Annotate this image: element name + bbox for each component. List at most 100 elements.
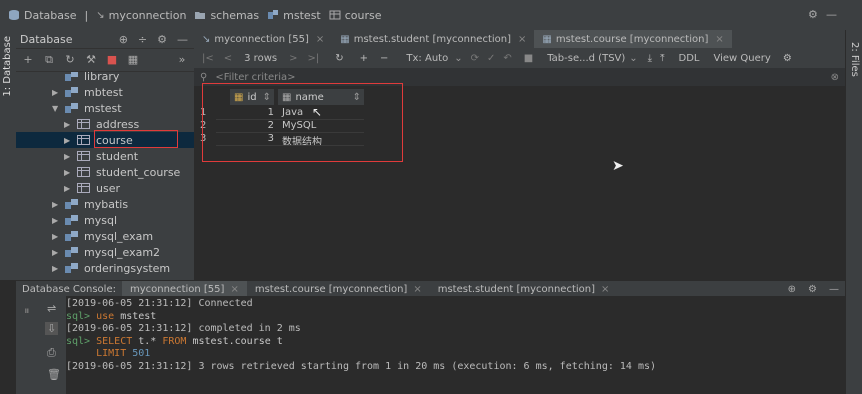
- close-icon[interactable]: ×: [413, 284, 421, 295]
- log-message: [2019-06-05 21:31:12] Connected: [66, 298, 253, 309]
- console-tab[interactable]: mstest.course [myconnection] ×: [247, 281, 430, 297]
- rollback-icon[interactable]: ↶: [503, 53, 511, 64]
- tree-item-mybatis[interactable]: ▶ mybatis: [16, 196, 194, 212]
- breadcrumb-item-schema[interactable]: mstest: [267, 9, 321, 22]
- more-icon[interactable]: »: [176, 54, 188, 66]
- refresh-icon[interactable]: ↻: [335, 53, 343, 64]
- delete-row-icon[interactable]: −: [380, 53, 388, 64]
- table-view-icon[interactable]: ▦: [127, 54, 139, 66]
- chevron-right-icon[interactable]: ▶: [64, 136, 72, 145]
- chevron-right-icon[interactable]: ▶: [64, 152, 72, 161]
- view-query-button[interactable]: View Query: [714, 53, 771, 64]
- add-icon[interactable]: +: [22, 54, 34, 66]
- wrap-icon[interactable]: ⇌: [47, 302, 56, 315]
- last-page-icon[interactable]: >|: [307, 53, 319, 64]
- filter-icon: ⚲: [200, 71, 208, 83]
- chevron-right-icon[interactable]: ▶: [52, 200, 60, 209]
- chevron-down-icon[interactable]: ▼: [52, 104, 60, 113]
- rows-count[interactable]: 3 rows: [244, 53, 277, 64]
- globe-icon[interactable]: ⊕: [788, 284, 796, 295]
- copy-icon[interactable]: ⧉: [43, 54, 55, 66]
- tree-item-mysql-exam2[interactable]: ▶ mysql_exam2: [16, 244, 194, 260]
- tree-item-label: mstest: [84, 101, 122, 115]
- hide-icon[interactable]: —: [829, 284, 839, 295]
- table-icon: ▦: [340, 33, 350, 45]
- tree-item-mstest[interactable]: ▼ mstest: [16, 100, 194, 116]
- console-line: sql> use mstest: [66, 311, 156, 322]
- console-line: [2019-06-05 21:31:12] completed in 2 ms: [66, 323, 301, 334]
- tree-item-orderingsystem[interactable]: ▶ orderingsystem: [16, 260, 194, 276]
- prev-page-icon[interactable]: <: [224, 53, 232, 64]
- console-tab[interactable]: myconnection [55] ×: [121, 281, 247, 297]
- console-line: sql> SELECT t.* FROM mstest.course t: [66, 336, 283, 347]
- chevron-right-icon[interactable]: ▶: [64, 120, 72, 129]
- hide-icon[interactable]: —: [177, 33, 188, 46]
- schema-icon: [65, 199, 78, 209]
- next-page-icon[interactable]: >: [289, 53, 297, 64]
- tree-item-mysql-exam[interactable]: ▶ mysql_exam: [16, 228, 194, 244]
- scroll-to-end-icon[interactable]: ⇩: [45, 322, 59, 335]
- add-row-icon[interactable]: +: [360, 53, 368, 64]
- tree-item-mysql[interactable]: ▶ mysql: [16, 212, 194, 228]
- close-icon[interactable]: ×: [601, 284, 609, 295]
- chevron-right-icon[interactable]: ▶: [52, 216, 60, 225]
- upload-icon[interactable]: ⤒: [660, 53, 664, 64]
- ddl-button[interactable]: DDL: [679, 53, 700, 64]
- close-icon[interactable]: ×: [316, 34, 324, 45]
- editor-tab[interactable]: ▦ mstest.student [myconnection] ×: [332, 30, 534, 48]
- left-tool-stripe: 1: Database: [0, 30, 17, 280]
- chevron-right-icon[interactable]: ▶: [52, 232, 60, 241]
- settings-gear-icon[interactable]: ⚙: [808, 8, 818, 21]
- files-tool-tab[interactable]: 2: Files: [849, 42, 860, 77]
- gear-icon[interactable]: ⚙: [808, 284, 817, 295]
- close-icon[interactable]: ×: [518, 34, 526, 45]
- target-icon[interactable]: ⊕: [119, 33, 128, 46]
- collapse-icon[interactable]: ÷: [138, 33, 147, 46]
- first-page-icon[interactable]: |<: [202, 53, 214, 64]
- console-tab[interactable]: mstest.student [myconnection] ×: [430, 281, 618, 297]
- breadcrumb-item-table[interactable]: course: [329, 9, 382, 22]
- breadcrumb-item-schemas[interactable]: schemas: [194, 9, 259, 22]
- minimize-icon[interactable]: —: [826, 8, 837, 21]
- download-icon[interactable]: ⤓: [648, 53, 652, 64]
- pause-icon[interactable]: ⏸: [24, 304, 30, 318]
- editor-tab[interactable]: ▦ mstest.course [myconnection] ×: [534, 30, 732, 50]
- check-icon[interactable]: ✓: [487, 53, 495, 64]
- stop-icon[interactable]: ■: [106, 54, 118, 66]
- properties-icon[interactable]: ⚒: [85, 54, 97, 66]
- commit-icon[interactable]: ⟳: [471, 53, 479, 64]
- tree-item-course[interactable]: ▶ course: [16, 130, 194, 148]
- tx-mode-dropdown[interactable]: Tx: Auto: [406, 53, 448, 64]
- console-line: [2019-06-05 21:31:12] Connected: [66, 298, 253, 309]
- chevron-right-icon[interactable]: ▶: [52, 88, 60, 97]
- console-tabs: myconnection [55] × mstest.course [myconne…: [121, 281, 618, 297]
- chevron-right-icon[interactable]: ▶: [52, 248, 60, 257]
- tree-item-mbtest[interactable]: ▶ mbtest: [16, 84, 194, 100]
- breadcrumb-item-connection[interactable]: ↘ myconnection: [96, 9, 186, 22]
- gear-icon[interactable]: ⚙: [157, 33, 167, 46]
- stop-icon[interactable]: ■: [524, 53, 533, 64]
- console-header: Database Console: myconnection [55] × mste…: [16, 280, 845, 297]
- table-icon: [77, 119, 90, 129]
- refresh-icon[interactable]: ↻: [64, 54, 76, 66]
- breadcrumb-item-database[interactable]: Database: [8, 9, 77, 22]
- editor-tab[interactable]: ↘ myconnection [55] ×: [194, 30, 332, 48]
- database-tool-tab[interactable]: 1: Database: [2, 36, 13, 97]
- chevron-right-icon[interactable]: ▶: [64, 184, 72, 193]
- export-format-dropdown[interactable]: Tab-se...d (TSV): [547, 53, 625, 64]
- clear-filter-icon[interactable]: ⊗: [831, 72, 839, 83]
- tree-item-student[interactable]: ▶ student: [16, 148, 194, 164]
- schema-icon: [65, 87, 78, 97]
- tree-item-library[interactable]: library: [16, 72, 194, 84]
- trash-icon[interactable]: 🗑: [47, 368, 61, 381]
- filter-input[interactable]: <Filter criteria>: [215, 72, 295, 83]
- chevron-right-icon[interactable]: ▶: [52, 264, 60, 273]
- chevron-right-icon[interactable]: ▶: [64, 168, 72, 177]
- tree-item-student-course[interactable]: ▶ student_course: [16, 164, 194, 180]
- close-icon[interactable]: ×: [230, 284, 238, 295]
- print-icon[interactable]: ⎙: [47, 346, 56, 360]
- close-icon[interactable]: ×: [715, 34, 723, 45]
- tree-item-user[interactable]: ▶ user: [16, 180, 194, 196]
- console-output: [2019-06-05 21:31:12] Connected sql> use …: [66, 296, 845, 394]
- settings-gear-icon[interactable]: ⚙: [783, 53, 792, 64]
